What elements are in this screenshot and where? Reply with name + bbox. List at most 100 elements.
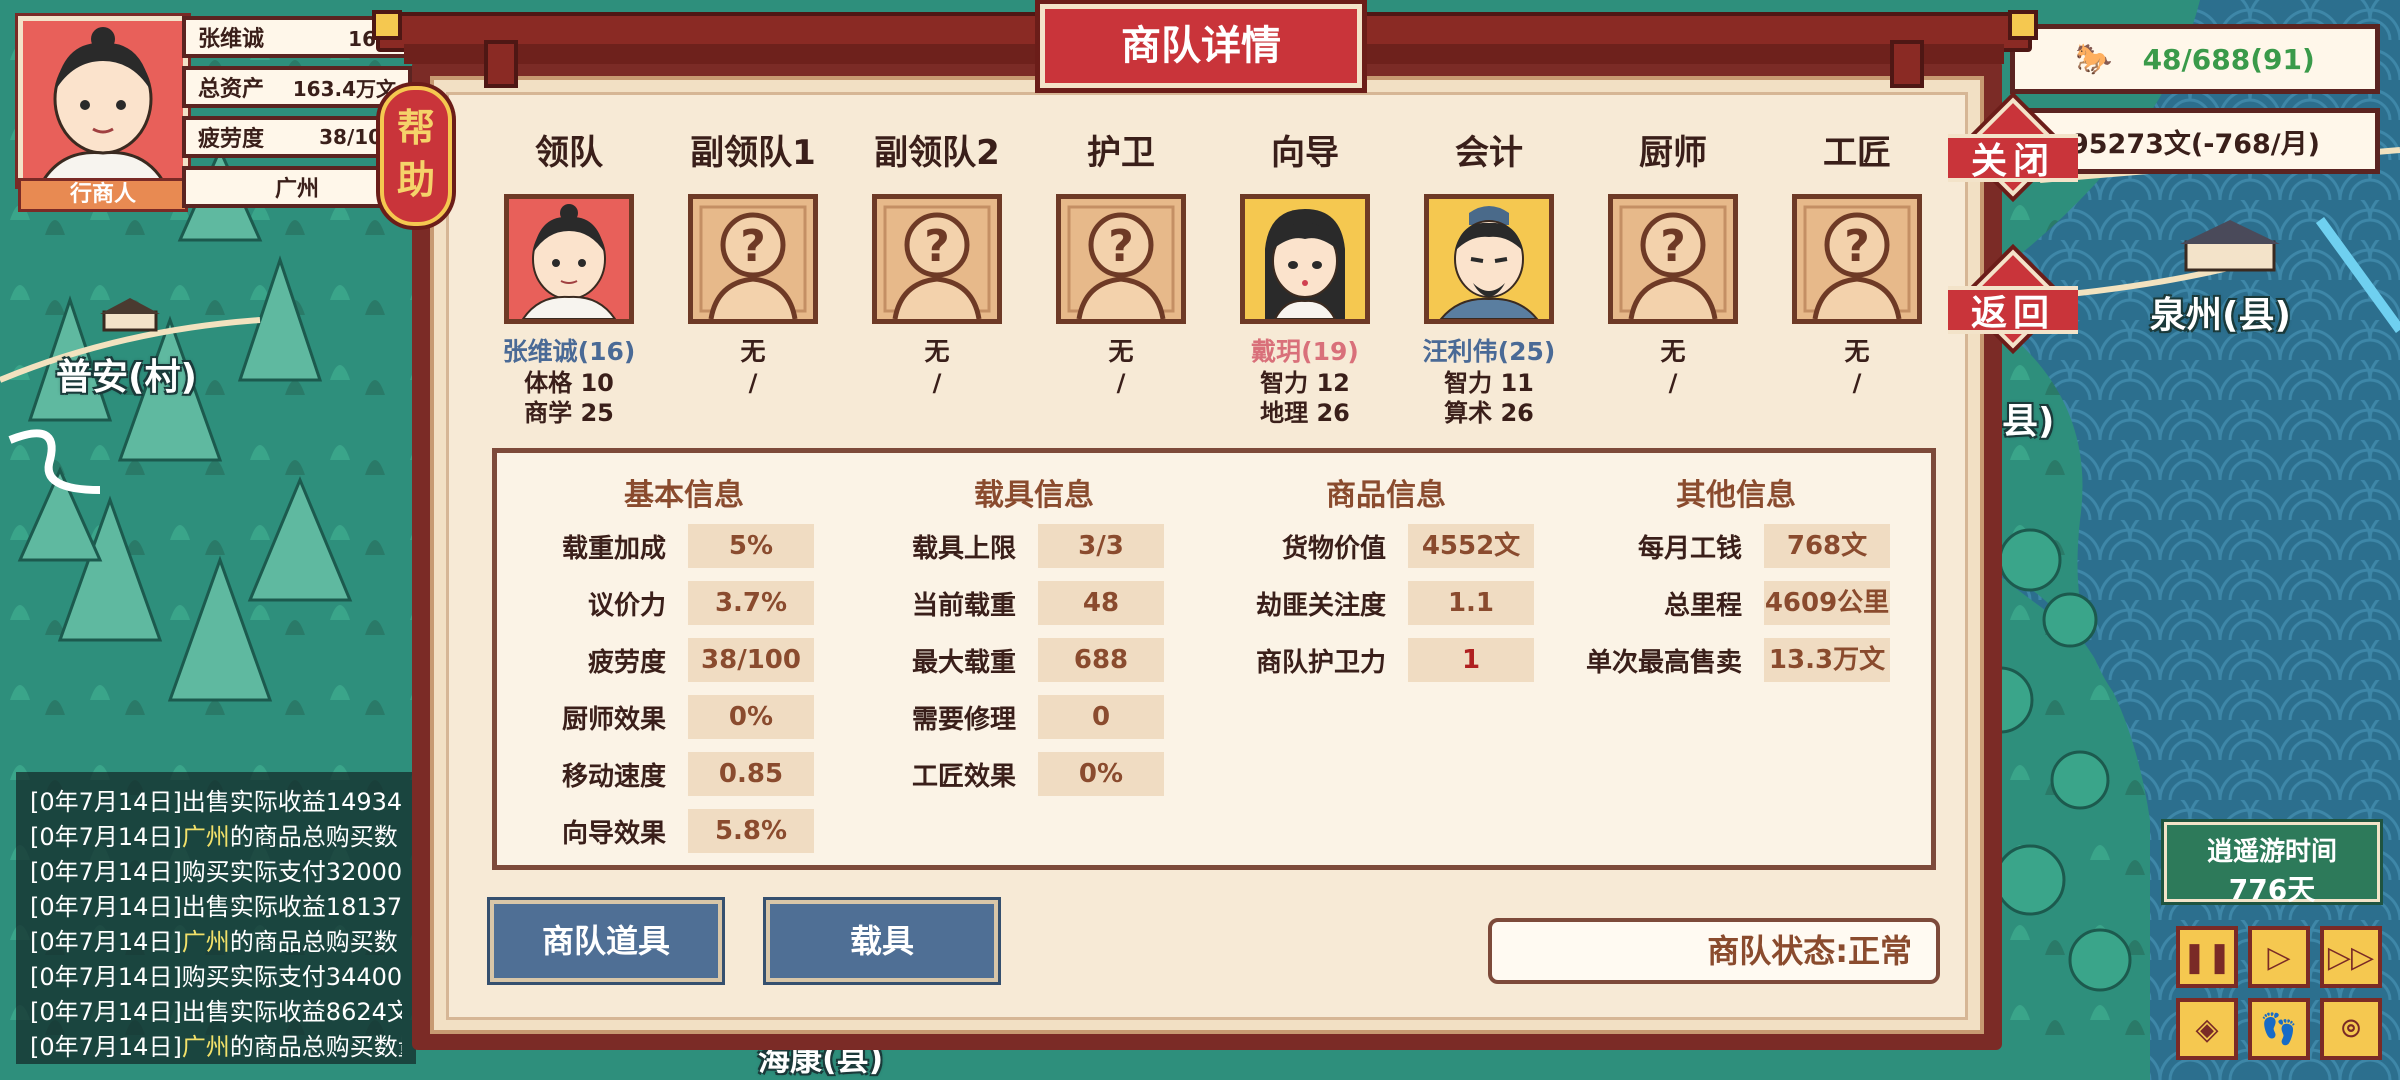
- role-title: 工匠: [1823, 133, 1891, 173]
- location-pin-icon: ⌾: [2342, 1011, 2360, 1047]
- player-info-card[interactable]: 行商人 张维诚16岁 总资产163.4万文 疲劳度38/100 广州: [14, 16, 414, 212]
- player-city-row: 广州: [182, 166, 412, 208]
- info-row: 最大载重 688: [888, 638, 1164, 682]
- role-attr-1: 智力 12: [1260, 369, 1350, 397]
- role-title: 副领队2: [874, 133, 1000, 173]
- beam-pillar-left: [484, 40, 518, 88]
- player-assets-label: 总资产: [198, 77, 265, 102]
- footprints-icon: 👣: [2260, 1011, 2298, 1047]
- unknown-person-icon: ?: [1797, 199, 1917, 319]
- map-label-quanzhou-county[interactable]: 泉州(县): [2150, 286, 2291, 338]
- info-row: 载重加成 5%: [538, 524, 814, 568]
- role-slot-leader[interactable]: 领队 张维诚(16) 体格 10 商学 25: [494, 126, 644, 428]
- role-attr-2: 算术 26: [1444, 399, 1534, 427]
- empty-portrait: ?: [1792, 194, 1922, 324]
- role-slot-cook[interactable]: 厨师 ? 无 /: [1598, 126, 1748, 398]
- map-label-partial-county[interactable]: 县): [2002, 392, 2054, 444]
- role-slot-guard[interactable]: 护卫 ? 无 /: [1046, 126, 1196, 398]
- map-button[interactable]: ◈: [2176, 998, 2238, 1060]
- log-line: [0年7月14日]购买实际支付32000: [30, 858, 402, 886]
- log-line: [0年7月14日]出售实际收益8624文: [30, 998, 402, 1026]
- pause-button[interactable]: ❚❚: [2176, 926, 2238, 988]
- play-icon: ▷: [2267, 939, 2291, 975]
- empty-portrait: ?: [1056, 194, 1186, 324]
- caravan-items-button[interactable]: 商队道具: [490, 900, 722, 982]
- back-button[interactable]: 返回: [1938, 249, 2088, 349]
- play-time-value: 776天: [2228, 873, 2316, 906]
- footprints-button[interactable]: 👣: [2248, 998, 2310, 1060]
- info-row: 载具上限 3/3: [888, 524, 1164, 568]
- role-member-name: 张维诚(16): [502, 337, 636, 366]
- role-slot-vice-leader-1[interactable]: 副领队1 ? 无 /: [678, 126, 828, 398]
- player-fatigue-row: 疲劳度 38/100: [182, 116, 412, 158]
- role-member-name: 无: [740, 337, 766, 366]
- empty-portrait: ?: [688, 194, 818, 324]
- accountant-portrait: [1424, 194, 1554, 324]
- info-row: 每月工钱 768文: [1578, 524, 1890, 568]
- player-portrait-icon: [23, 21, 183, 181]
- help-button[interactable]: 帮助: [380, 86, 452, 226]
- role-title: 会计: [1455, 133, 1523, 173]
- goods-info-title: 商品信息: [1326, 478, 1446, 513]
- close-label: 关闭: [1970, 141, 2055, 182]
- play-button[interactable]: ▷: [2248, 926, 2310, 988]
- role-slot-guide[interactable]: 向导 戴玥(19) 智力 12 地理 26: [1230, 126, 1380, 428]
- info-row: 货物价值 4552文: [1240, 524, 1534, 568]
- role-slot-accountant[interactable]: 会计 汪利伟(25) 智力 11 算术 26: [1414, 126, 1564, 428]
- map-icon: ◈: [2195, 1011, 2219, 1047]
- location-button[interactable]: ⌾: [2320, 998, 2382, 1060]
- info-row: 工匠效果 0%: [888, 752, 1164, 796]
- log-line: [0年7月14日]出售实际收益18137: [30, 893, 402, 921]
- role-slot-vice-leader-2[interactable]: 副领队2 ? 无 /: [862, 126, 1012, 398]
- role-title: 领队: [535, 133, 603, 173]
- info-row: 需要修理 0: [888, 695, 1164, 739]
- role-title: 护卫: [1087, 133, 1155, 173]
- info-row: 疲劳度 38/100: [538, 638, 814, 682]
- log-line: [0年7月14日]广州的商品总购买数: [30, 823, 398, 851]
- info-row: 商队护卫力 1: [1240, 638, 1534, 682]
- pause-icon: ❚❚: [2181, 939, 2233, 975]
- role-member-name: 戴玥(19): [1251, 337, 1359, 366]
- empty-portrait: ?: [1608, 194, 1738, 324]
- player-assets-row: 总资产 163.4万文: [182, 66, 412, 108]
- role-member-name: 无: [1108, 337, 1134, 366]
- close-button[interactable]: 关闭: [1938, 97, 2088, 197]
- unknown-person-icon: ?: [1061, 199, 1181, 319]
- cart-icon: 🐎: [2075, 41, 2113, 77]
- role-slot-craftsman[interactable]: 工匠 ? 无 /: [1782, 126, 1932, 398]
- role-attr-2: 商学 25: [524, 399, 614, 427]
- player-assets-value: 163.4万文: [292, 76, 396, 101]
- log-line: [0年7月14日]广州的商品总购买数: [30, 928, 398, 956]
- player-role-badge: 行商人: [18, 178, 188, 212]
- fast-forward-button[interactable]: ▷▷: [2320, 926, 2382, 988]
- player-avatar[interactable]: [18, 16, 188, 186]
- back-label: 返回: [1970, 293, 2055, 334]
- log-line: [0年7月14日]广州的商品总购买数量达到100个减价额: [30, 1033, 402, 1061]
- role-attr-1: /: [748, 369, 758, 397]
- info-row: 厨师效果 0%: [538, 695, 814, 739]
- vehicles-button[interactable]: 载具: [766, 900, 998, 982]
- beam-cap-left: [372, 10, 402, 40]
- guide-portrait-icon: [1245, 199, 1365, 319]
- unknown-person-icon: ?: [693, 199, 813, 319]
- role-member-name: 无: [1844, 337, 1870, 366]
- beam-cap-right: [2008, 10, 2038, 40]
- vehicle-info-title: 载具信息: [974, 478, 1094, 513]
- role-attr-2: 地理 26: [1260, 399, 1350, 427]
- unknown-person-icon: ?: [877, 199, 997, 319]
- info-row: 单次最高售卖 13.3万文: [1578, 638, 1890, 682]
- player-name-label: 张维诚: [198, 27, 265, 52]
- role-attr-1: /: [1668, 369, 1678, 397]
- info-row: 劫匪关注度 1.1: [1240, 581, 1534, 625]
- role-attr-1: 智力 11: [1444, 369, 1534, 397]
- dialog-title: 商队详情: [1040, 4, 1362, 88]
- cargo-capacity-value: 48/688(91): [2142, 42, 2315, 76]
- info-row: 当前载重 48: [888, 581, 1164, 625]
- svg-text:?: ?: [1660, 221, 1686, 272]
- cargo-capacity-box[interactable]: 🐎 48/688(91): [2010, 24, 2380, 94]
- map-label-puan-village[interactable]: 普安(村): [56, 348, 197, 400]
- beam-pillar-right: [1890, 40, 1924, 88]
- play-time-label: 逍遥游时间: [2206, 837, 2337, 867]
- event-log[interactable]: [0年7月14日]出售实际收益14934 [0年7月14日]广州的商品总购买数 …: [16, 772, 416, 1064]
- accountant-portrait-icon: [1429, 199, 1549, 319]
